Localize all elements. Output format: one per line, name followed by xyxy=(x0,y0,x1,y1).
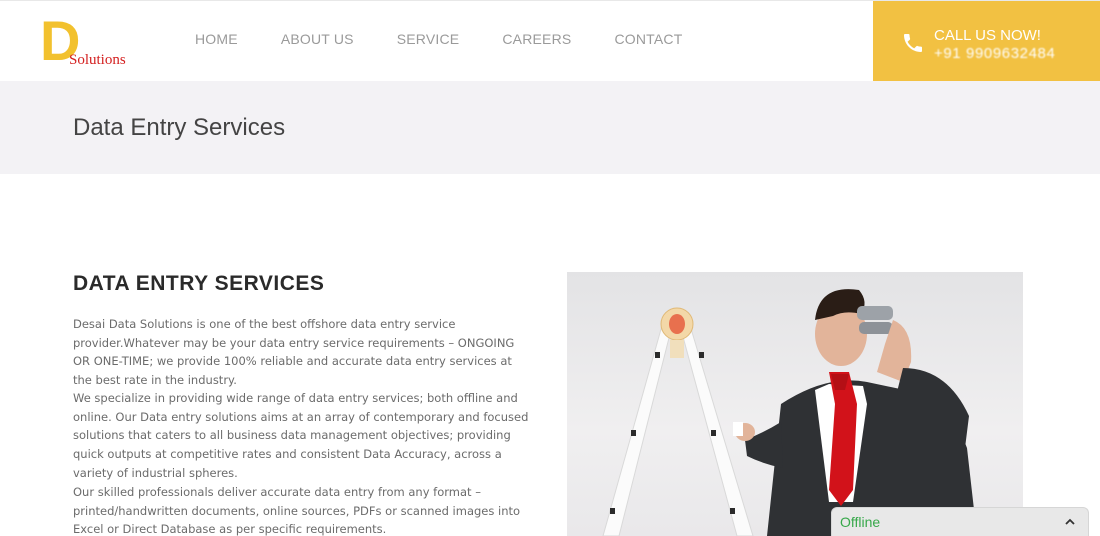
section-heading: DATA ENTRY SERVICES xyxy=(73,272,325,295)
chevron-up-icon[interactable] xyxy=(1064,516,1076,528)
chat-widget[interactable]: Offline xyxy=(831,507,1089,536)
nav-careers[interactable]: CAREERS xyxy=(502,31,571,47)
call-label: CALL US NOW! xyxy=(934,27,1041,44)
nav-about-us[interactable]: ABOUT US xyxy=(281,31,354,47)
chat-status: Offline xyxy=(840,514,881,530)
title-band: Data Entry Services xyxy=(0,81,1100,174)
call-number[interactable]: +91 9909632484 xyxy=(934,45,1055,62)
phone-icon xyxy=(904,34,922,52)
nav-home[interactable]: HOME xyxy=(195,31,238,47)
page-title: Data Entry Services xyxy=(73,114,286,141)
site-header: D Solutions HOME ABOUT US SERVICE CAREER… xyxy=(0,0,1100,82)
specialize-paragraph: We specialize in providing wide range of… xyxy=(73,391,529,480)
ladder xyxy=(602,307,754,536)
businessman xyxy=(733,289,977,536)
intro-paragraph: Desai Data Solutions is one of the best … xyxy=(73,317,515,388)
site-logo[interactable]: D Solutions xyxy=(40,13,140,71)
nav-contact[interactable]: CONTACT xyxy=(614,31,682,47)
main-nav: HOME ABOUT US SERVICE CAREERS CONTACT xyxy=(195,31,725,47)
call-us-box[interactable]: CALL US NOW! +91 9909632484 xyxy=(873,1,1100,82)
professionals-paragraph: Our skilled professionals deliver accura… xyxy=(73,485,521,536)
businessman-binoculars-illustration xyxy=(602,289,977,536)
logo-text: Solutions xyxy=(69,52,126,68)
nav-service[interactable]: SERVICE xyxy=(397,31,460,47)
hero-image xyxy=(567,272,1023,536)
